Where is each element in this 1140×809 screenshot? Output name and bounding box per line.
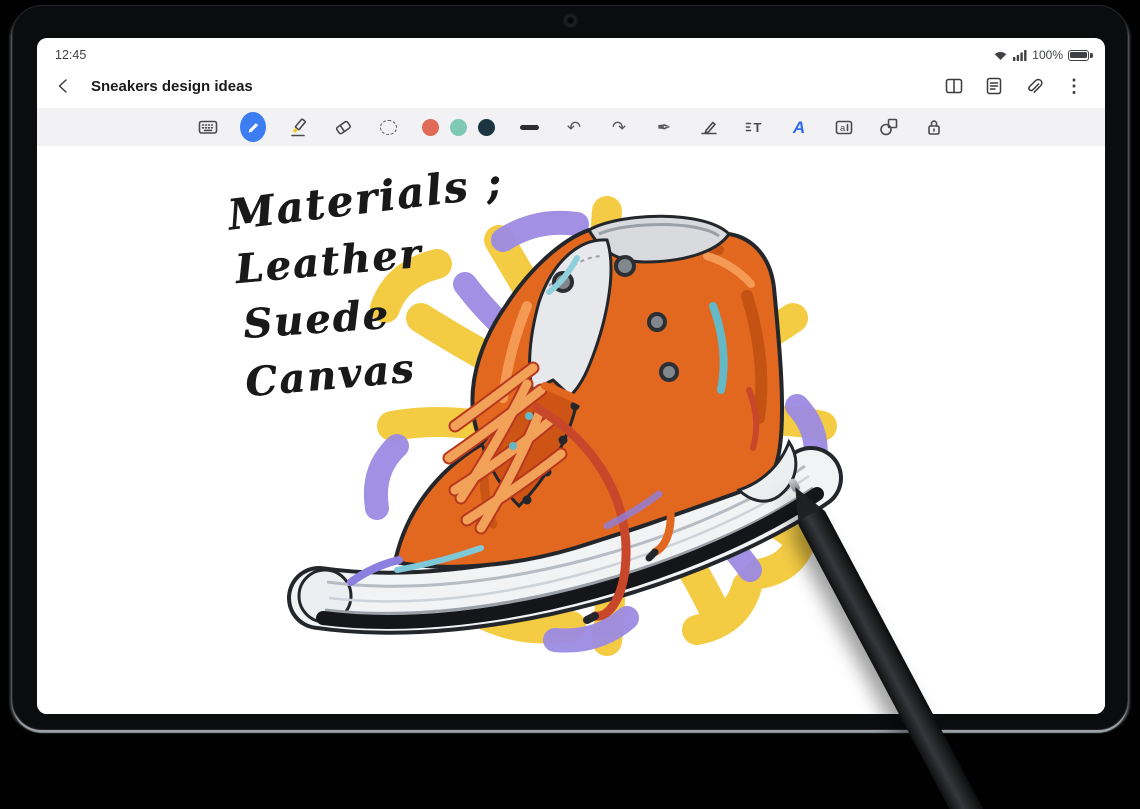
sneaker-illustration	[287, 196, 843, 656]
signal-icon	[1013, 50, 1027, 61]
attachment-button[interactable]	[1019, 71, 1049, 101]
shapes-icon	[880, 118, 898, 136]
status-bar: 12:45 100%	[37, 38, 1105, 64]
color-swatch-coral[interactable]	[422, 118, 439, 136]
clock: 12:45	[55, 48, 87, 62]
convert-to-text-button[interactable]: T	[741, 112, 767, 142]
highlighter-icon	[291, 118, 306, 137]
header-actions: ⋮	[939, 71, 1089, 101]
battery-icon	[1068, 49, 1093, 61]
note-canvas[interactable]: Materials ; Leather Suede Canvas	[37, 146, 1105, 714]
highlighter-tool-button[interactable]	[285, 112, 311, 142]
text-box-button[interactable]: a	[831, 112, 857, 142]
pen-nib-icon: ✒	[656, 117, 672, 137]
page-list-button[interactable]	[979, 71, 1009, 101]
text-box-icon: a	[835, 120, 853, 135]
shape-recognition-button[interactable]	[876, 112, 902, 142]
lasso-select-button[interactable]	[375, 112, 401, 142]
eraser-icon	[335, 120, 351, 135]
paperclip-icon	[1028, 78, 1043, 93]
more-options-button[interactable]: ⋮	[1059, 71, 1089, 101]
note-title: Sneakers design ideas	[91, 77, 253, 95]
wifi-icon	[995, 51, 1007, 60]
stroke-width-preview	[519, 124, 539, 130]
lock-icon	[928, 120, 940, 135]
pen-settings-button[interactable]: ✒	[651, 112, 677, 142]
back-button[interactable]	[49, 71, 79, 101]
svg-text:T: T	[754, 120, 762, 135]
kebab-menu-icon: ⋮	[1065, 76, 1083, 96]
redo-icon: ↷	[611, 117, 627, 137]
color-swatch-teal[interactable]	[450, 118, 467, 136]
color-swatch-navy[interactable]	[478, 118, 495, 136]
svg-text:a: a	[840, 123, 846, 134]
pen-writing-icon	[701, 121, 717, 135]
app-header: Sneakers design ideas ⋮	[37, 64, 1105, 108]
redo-button[interactable]: ↷	[606, 112, 632, 142]
split-view-button[interactable]	[939, 71, 969, 101]
undo-button[interactable]: ↶	[561, 112, 587, 142]
pen-tool-button[interactable]	[240, 112, 266, 142]
tablet-screen: 12:45 100% Sneakers design ideas ⋮ ↶ ↷ ✒…	[37, 38, 1105, 714]
convert-to-text-icon: T	[745, 120, 762, 135]
chevron-left-icon	[58, 79, 67, 93]
keyboard-icon	[198, 120, 218, 134]
document-icon	[986, 77, 1002, 95]
assist-a-icon: A	[792, 117, 806, 137]
battery-percent: 100%	[1032, 48, 1063, 62]
lasso-icon	[379, 119, 397, 135]
eraser-tool-button[interactable]	[330, 112, 356, 142]
undo-icon: ↶	[566, 117, 582, 137]
handwriting-assist-button[interactable]: A	[786, 112, 812, 142]
screenshot-root: 12:45 100% Sneakers design ideas ⋮ ↶ ↷ ✒…	[0, 0, 1140, 809]
page-lock-button[interactable]	[921, 112, 947, 142]
split-view-icon	[945, 78, 963, 94]
pen-icon	[248, 123, 259, 133]
stroke-width-button[interactable]	[516, 112, 542, 142]
auto-straighten-button[interactable]	[696, 112, 722, 142]
status-icons: 100%	[993, 48, 1093, 62]
tablet-device: 12:45 100% Sneakers design ideas ⋮ ↶ ↷ ✒…	[12, 5, 1128, 730]
front-camera	[565, 15, 576, 26]
selected-tool-highlight	[240, 112, 266, 142]
color-swatches	[422, 118, 495, 136]
keyboard-toggle-button[interactable]	[195, 112, 221, 142]
drawing-toolbar: ↶ ↷ ✒ T A a	[37, 108, 1105, 146]
